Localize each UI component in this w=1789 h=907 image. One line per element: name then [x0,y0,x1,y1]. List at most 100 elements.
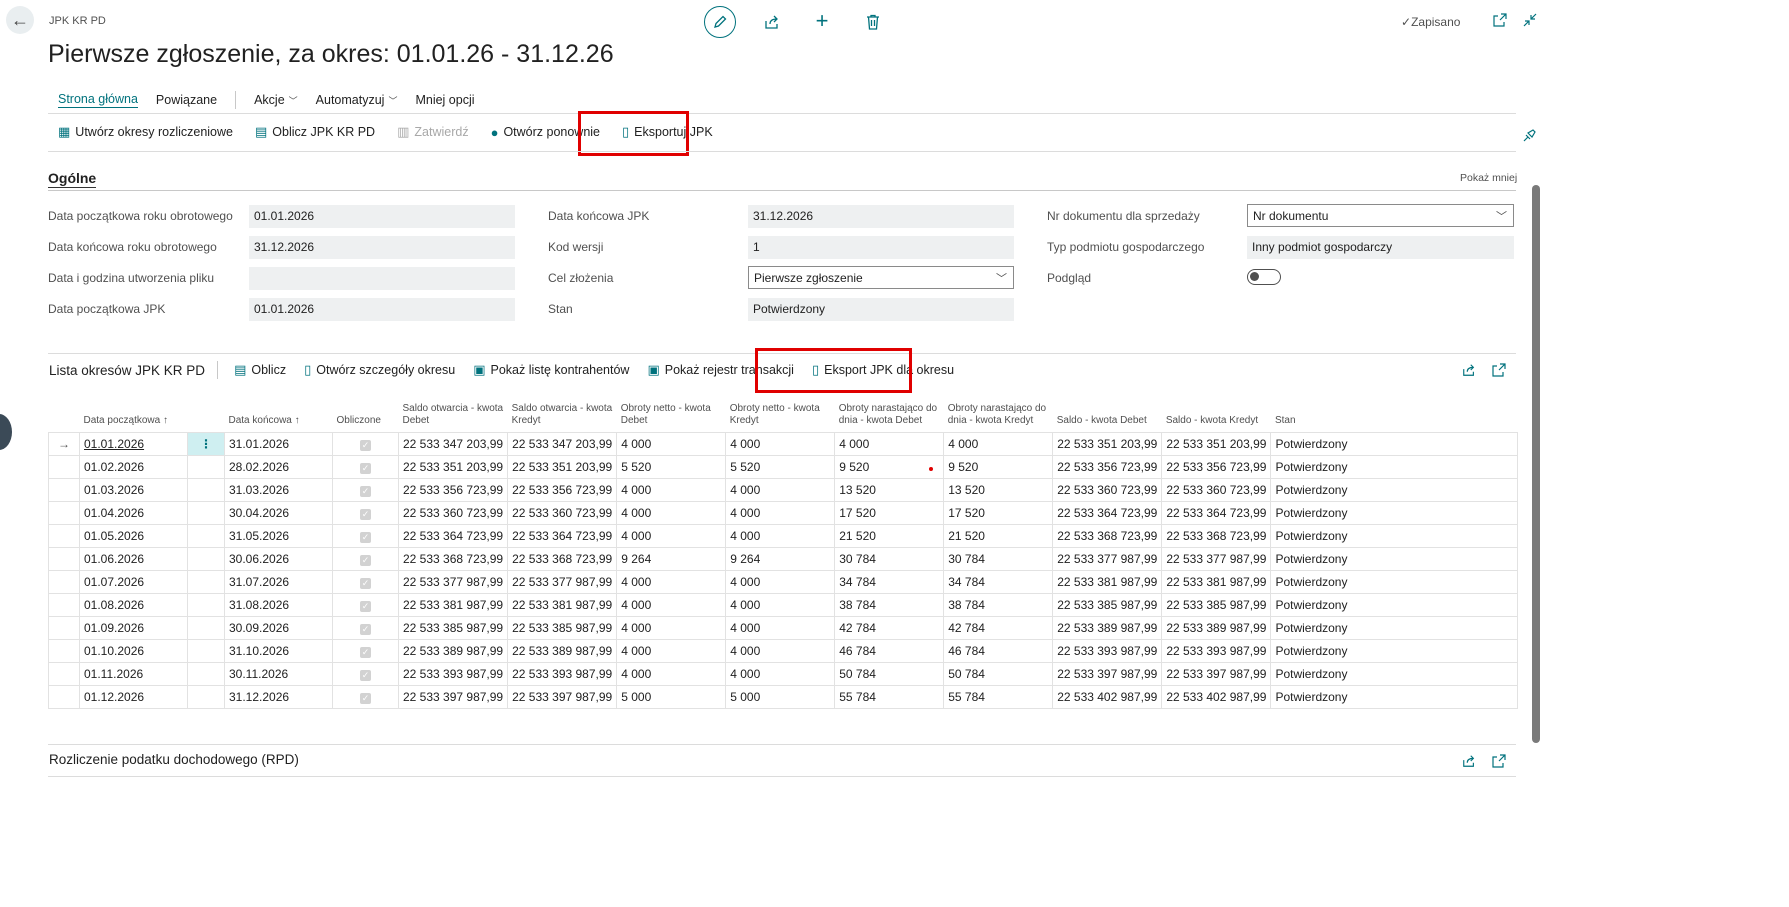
highlight-box [578,111,689,156]
back-button[interactable]: ← [6,6,34,34]
row-selector[interactable] [48,569,80,594]
row-menu[interactable] [187,523,225,548]
share-button[interactable] [762,12,782,32]
column-header[interactable]: Data końcowa ↑ [225,387,333,432]
row-menu[interactable] [187,500,225,525]
pin-button[interactable] [1522,127,1538,143]
row-menu[interactable] [187,477,225,502]
value-cell: 22 533 368 723,99 [1161,523,1272,548]
start-date-cell[interactable]: 01.06.2026 [79,546,188,571]
table-row[interactable]: 01.07.2026 31.07.2026 ✓ 22 533 377 987,99 22… [48,569,1519,594]
row-menu[interactable] [187,592,225,617]
start-date-cell[interactable]: 01.12.2026 [79,684,188,709]
value-cell: 22 533 360 723,99 [1161,477,1272,502]
expand-list-button[interactable] [1491,362,1507,378]
table-row[interactable]: 01.03.2026 31.03.2026 ✓ 22 533 356 723,99 22… [48,477,1519,502]
value-cell: 22 533 381 987,99 [507,592,618,617]
row-selector[interactable] [48,523,80,548]
table-row[interactable]: 01.05.2026 31.05.2026 ✓ 22 533 364 723,99 22… [48,523,1519,548]
start-date-cell[interactable]: 01.04.2026 [79,500,188,525]
show-contractors-button[interactable]: ▣ Pokaż listę kontrahentów [473,362,629,378]
preview-toggle[interactable] [1247,269,1281,285]
row-selector[interactable] [48,684,80,709]
tab-related[interactable]: Powiązane [156,93,217,107]
table-row[interactable]: 01.10.2026 31.10.2026 ✓ 22 533 389 987,99 22… [48,638,1519,663]
start-date-cell[interactable]: 01.05.2026 [79,523,188,548]
value-cell: 5 520 [725,454,836,479]
row-selector[interactable] [48,546,80,571]
show-less-link[interactable]: Pokaż mniej [1460,172,1517,184]
scrollbar[interactable] [1532,185,1540,743]
start-date-cell[interactable]: 01.02.2026 [79,454,188,479]
edit-button[interactable] [704,6,736,38]
column-header[interactable]: Stan [1271,387,1518,432]
row-menu[interactable] [187,638,225,663]
row-selector[interactable]: → [48,431,80,456]
calculate-button[interactable]: ▤ Oblicz [234,362,286,378]
share-list-button[interactable] [1461,362,1477,378]
start-date-cell[interactable]: 01.10.2026 [79,638,188,663]
column-header[interactable]: Obroty narastająco do dnia - kwota Kredy… [944,387,1053,432]
table-row[interactable]: 01.08.2026 31.08.2026 ✓ 22 533 381 987,99 22… [48,592,1519,617]
column-header[interactable]: Saldo otwarcia - kwota Debet [399,387,508,432]
row-menu[interactable] [187,546,225,571]
row-menu[interactable] [187,684,225,709]
purpose-select[interactable]: Pierwsze zgłoszenie ﹀ [748,266,1014,289]
row-selector[interactable] [48,638,80,663]
tab-fewer-options[interactable]: Mniej opcji [415,93,474,107]
row-selector[interactable] [48,477,80,502]
row-menu[interactable] [187,661,225,686]
start-date-cell[interactable]: 01.07.2026 [79,569,188,594]
start-date-cell[interactable]: 01.01.2026 [79,431,188,456]
table-row[interactable]: 01.09.2026 30.09.2026 ✓ 22 533 385 987,99 22… [48,615,1519,640]
column-header[interactable]: Saldo otwarcia - kwota Kredyt [508,387,617,432]
start-date-cell[interactable]: 01.08.2026 [79,592,188,617]
side-panel-handle[interactable] [0,414,12,450]
column-header[interactable]: Data początkowa ↑ [80,387,188,432]
document-icon: ▯ [304,362,312,377]
start-date-cell[interactable]: 01.09.2026 [79,615,188,640]
row-selector[interactable] [48,454,80,479]
column-header[interactable]: Saldo - kwota Kredyt [1162,387,1271,432]
column-header[interactable]: Obroty netto - kwota Debet [617,387,726,432]
new-button[interactable]: + [812,8,832,33]
delete-button[interactable] [863,12,883,32]
open-period-details-button[interactable]: ▯ Otwórz szczegóły okresu [304,362,455,378]
collapse-button[interactable] [1522,12,1538,28]
row-selector[interactable] [48,500,80,525]
row-menu[interactable]: ⋮ [187,431,225,456]
sales-document-select[interactable]: Nr dokumentu ﹀ [1247,204,1514,227]
create-periods-button[interactable]: ▦ Utwórz okresy rozliczeniowe [58,124,233,140]
open-new-window-button[interactable] [1492,12,1508,28]
value-cell: 22 533 368 723,99 [397,546,509,571]
share-rpd-button[interactable] [1461,753,1477,769]
table-row[interactable]: 01.04.2026 30.04.2026 ✓ 22 533 360 723,99 22… [48,500,1519,525]
table-row[interactable]: 01.12.2026 31.12.2026 ✓ 22 533 397 987,99 22… [48,684,1519,709]
column-header[interactable]: Obroty netto - kwota Kredyt [726,387,835,432]
table-row[interactable]: 01.06.2026 30.06.2026 ✓ 22 533 368 723,99 22… [48,546,1519,571]
expand-rpd-button[interactable] [1491,753,1507,769]
tab-home[interactable]: Strona główna [58,92,138,108]
row-menu[interactable] [187,569,225,594]
toolbar-divider [217,361,219,379]
column-header[interactable]: Saldo - kwota Debet [1053,387,1162,432]
chevron-down-icon: ﹀ [996,273,1007,285]
start-date-cell[interactable]: 01.03.2026 [79,477,188,502]
value-cell: 50 784 [943,661,1054,686]
tab-actions[interactable]: Akcje ﹀ [254,93,298,107]
row-selector[interactable] [48,661,80,686]
row-selector[interactable] [48,615,80,640]
tab-automate[interactable]: Automatyzuj ﹀ [316,93,398,107]
row-menu[interactable] [187,615,225,640]
table-row[interactable]: 01.11.2026 30.11.2026 ✓ 22 533 393 987,99 22… [48,661,1519,686]
column-header[interactable]: Obliczone [333,387,399,432]
approve-button[interactable]: ▥ Zatwierdź [397,124,468,140]
row-menu[interactable] [187,454,225,479]
column-header[interactable]: Obroty narastająco do dnia - kwota Debet [835,387,944,432]
table-row[interactable]: → 01.01.2026 ⋮ 31.01.2026 ✓ 22 533 347 203,99… [48,431,1519,456]
value-cell: 22 533 393 987,99 [507,661,618,686]
calculate-jpk-button[interactable]: ▤ Oblicz JPK KR PD [255,124,375,140]
start-date-cell[interactable]: 01.11.2026 [79,661,188,686]
row-selector[interactable] [48,592,80,617]
table-row[interactable]: 01.02.2026 28.02.2026 ✓ 22 533 351 203,99 22… [48,454,1519,479]
